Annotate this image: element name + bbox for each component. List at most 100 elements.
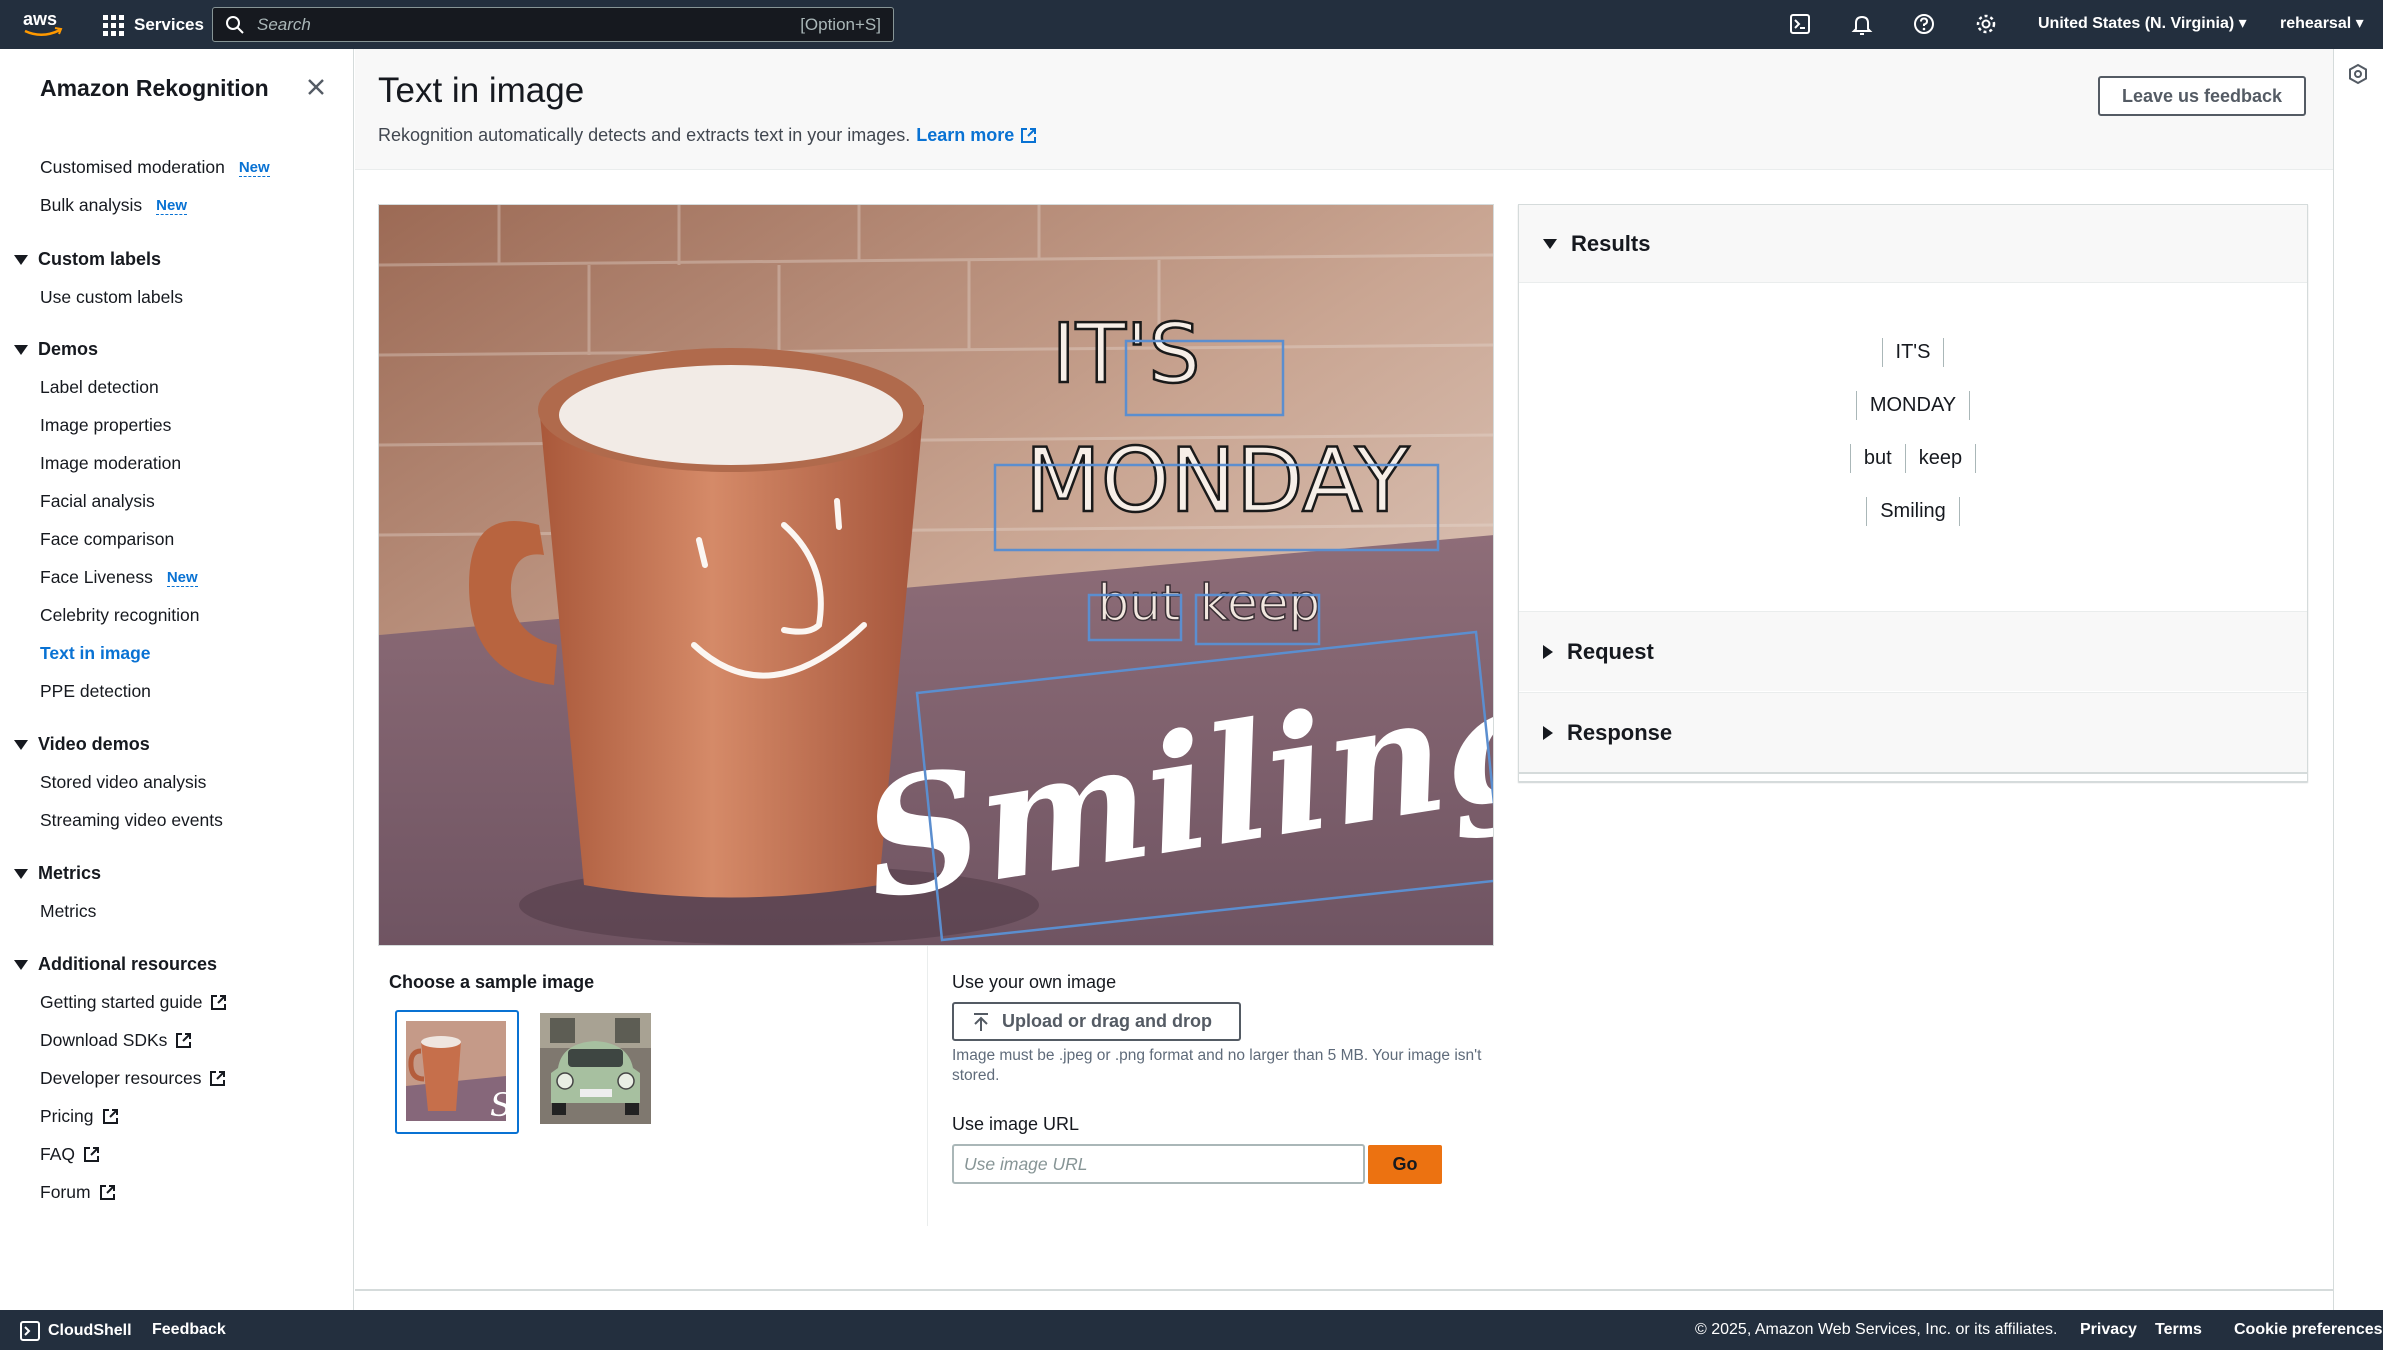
search-input[interactable]: Search [Option+S] xyxy=(212,7,894,42)
description-text: Rekognition automatically detects and ex… xyxy=(378,125,911,145)
cloudshell-icon[interactable] xyxy=(1788,12,1812,36)
external-link-icon xyxy=(1021,128,1037,143)
section-custom-labels[interactable]: Custom labels xyxy=(14,249,161,270)
cloudshell-icon xyxy=(20,1321,40,1341)
section-video-demos[interactable]: Video demos xyxy=(14,734,150,755)
sidebar-item-metrics[interactable]: Metrics xyxy=(40,901,96,922)
cloudshell-button[interactable]: CloudShell xyxy=(20,1321,132,1341)
section-additional-resources[interactable]: Additional resources xyxy=(14,954,217,975)
aws-logo-icon[interactable]: aws xyxy=(22,8,64,40)
response-heading: Response xyxy=(1567,719,1673,745)
new-badge: New xyxy=(238,158,270,177)
image-text-monday: MONDAY xyxy=(1025,429,1410,532)
external-link-icon xyxy=(210,1071,226,1086)
results-section-toggle[interactable]: Results xyxy=(1519,205,2307,283)
sidebar-item-facial-analysis[interactable]: Facial analysis xyxy=(40,491,155,512)
account-menu[interactable]: rehearsal ▾ xyxy=(2280,13,2364,33)
privacy-link[interactable]: Privacy xyxy=(2080,1321,2137,1339)
go-button[interactable]: Go xyxy=(1368,1145,1442,1184)
sidebar-item-developer-resources[interactable]: Developer resources xyxy=(40,1068,226,1089)
sidebar-item-label: Stored video analysis xyxy=(40,772,207,792)
image-url-input[interactable]: Use image URL xyxy=(952,1144,1365,1184)
sidebar-item-label: Pricing xyxy=(40,1106,94,1126)
sidebar-item-label: Image properties xyxy=(40,415,172,435)
sidebar-item-label: Developer resources xyxy=(40,1068,202,1088)
caret-right-icon xyxy=(1543,725,1553,740)
feedback-link[interactable]: Feedback xyxy=(152,1321,226,1339)
sidebar-item-ppe-detection[interactable]: PPE detection xyxy=(40,681,151,702)
sidebar-item-use-custom-labels[interactable]: Use custom labels xyxy=(40,287,183,308)
sidebar-item-label: Download SDKs xyxy=(40,1030,168,1050)
analyzed-image: IT'S MONDAY but keep Smiling xyxy=(378,204,1494,946)
sidebar-item-getting-started-guide[interactable]: Getting started guide xyxy=(40,992,227,1013)
sidebar-item-pricing[interactable]: Pricing xyxy=(40,1106,119,1127)
sidebar-item-text-in-image[interactable]: Text in image xyxy=(40,643,151,664)
sidebar-item-label-detection[interactable]: Label detection xyxy=(40,377,159,398)
sidebar-item-label: Facial analysis xyxy=(40,491,155,511)
sidebar-item-label: Face comparison xyxy=(40,529,175,549)
external-link-icon xyxy=(102,1109,118,1124)
section-heading: Custom labels xyxy=(38,249,162,269)
sample-image-car-thumbnail[interactable] xyxy=(540,1013,651,1124)
sidebar-item-stored-video-analysis[interactable]: Stored video analysis xyxy=(40,772,206,793)
sidebar-item-download-sdks[interactable]: Download SDKs xyxy=(40,1030,192,1051)
caret-down-icon xyxy=(14,739,28,750)
own-image-title: Use your own image xyxy=(952,972,1117,992)
help-icon[interactable] xyxy=(1912,12,1936,36)
sidebar-item-image-moderation[interactable]: Image moderation xyxy=(40,453,181,474)
caret-down-icon xyxy=(14,344,28,355)
services-menu-button[interactable]: Services xyxy=(103,12,204,38)
sidebar-item-label: FAQ xyxy=(40,1144,76,1164)
close-icon[interactable] xyxy=(304,75,328,99)
section-heading: Metrics xyxy=(38,863,102,883)
sidebar-item-face-comparison[interactable]: Face comparison xyxy=(40,529,174,550)
sidebar-item-bulk-analysis[interactable]: Bulk analysis New xyxy=(40,195,187,216)
notifications-bell-icon[interactable] xyxy=(1850,12,1874,36)
section-heading: Additional resources xyxy=(38,954,218,974)
image-url-title: Use image URL xyxy=(952,1114,1080,1134)
sidebar-item-image-properties[interactable]: Image properties xyxy=(40,415,171,436)
grid-icon xyxy=(103,14,124,36)
sidebar-item-label: Forum xyxy=(40,1182,91,1202)
top-navigation: aws Services Search [Option+S] United St… xyxy=(0,0,2383,49)
leave-feedback-button[interactable]: Leave us feedback xyxy=(2098,76,2306,116)
result-line: IT'S xyxy=(1519,338,2307,367)
tools-panel-icon[interactable] xyxy=(2347,63,2369,85)
upload-icon xyxy=(974,1012,988,1031)
section-demos[interactable]: Demos xyxy=(14,339,98,360)
caret-down-icon xyxy=(14,254,28,265)
terms-link[interactable]: Terms xyxy=(2155,1321,2202,1339)
settings-gear-icon[interactable] xyxy=(1974,12,1998,36)
sidebar-item-label: Bulk analysis xyxy=(40,195,143,215)
results-heading: Results xyxy=(1571,230,1651,256)
horizontal-scrollbar[interactable] xyxy=(355,1289,2333,1291)
sidebar-title: Amazon Rekognition xyxy=(40,75,269,101)
request-section-toggle[interactable]: Request xyxy=(1519,611,2307,691)
sidebar-item-celebrity-recognition[interactable]: Celebrity recognition xyxy=(40,605,200,626)
sidebar-item-face-liveness[interactable]: Face Liveness New xyxy=(40,567,198,588)
sidebar-item-streaming-video-events[interactable]: Streaming video events xyxy=(40,810,223,831)
caret-down-icon xyxy=(14,959,28,970)
region-selector[interactable]: United States (N. Virginia) ▾ xyxy=(2038,13,2247,33)
services-label: Services xyxy=(134,15,204,34)
sidebar-item-label: PPE detection xyxy=(40,681,151,701)
upload-button[interactable]: Upload or drag and drop xyxy=(952,1002,1241,1041)
sidebar-item-forum[interactable]: Forum xyxy=(40,1182,116,1203)
coffee-cup-image: IT'S MONDAY but keep Smiling xyxy=(379,205,1493,945)
section-metrics[interactable]: Metrics xyxy=(14,863,101,884)
result-word: IT'S xyxy=(1881,338,1945,367)
copyright-text: © 2025, Amazon Web Services, Inc. or its… xyxy=(1695,1321,2058,1338)
page-description: Rekognition automatically detects and ex… xyxy=(378,125,1037,146)
sample-image-coffee-thumbnail[interactable]: S xyxy=(395,1010,519,1134)
sidebar-item-label: Metrics xyxy=(40,901,97,921)
cookie-preferences-link[interactable]: Cookie preferences xyxy=(2234,1321,2383,1339)
sample-images-section: Choose a sample image S xyxy=(378,946,928,1226)
response-section-toggle[interactable]: Response xyxy=(1519,692,2307,774)
coffee-thumbnail-image: S xyxy=(406,1021,512,1124)
search-shortcut: [Option+S] xyxy=(800,14,881,34)
learn-more-link[interactable]: Learn more xyxy=(916,125,1014,146)
sidebar-item-customised-moderation[interactable]: Customised moderation New xyxy=(40,157,270,178)
choose-sample-title: Choose a sample image xyxy=(389,972,595,992)
external-link-icon xyxy=(84,1147,100,1162)
sidebar-item-faq[interactable]: FAQ xyxy=(40,1144,100,1165)
